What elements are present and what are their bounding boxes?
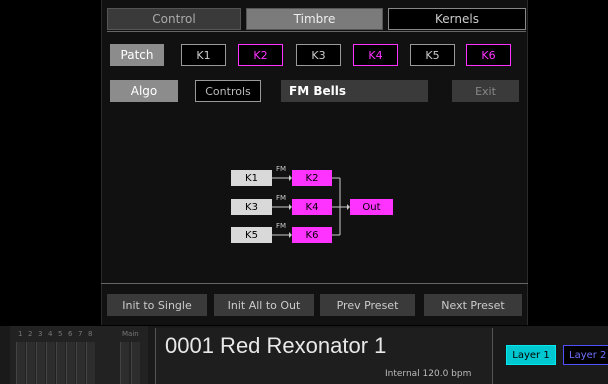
modulator-k5-box[interactable]: K5 bbox=[231, 227, 272, 243]
meter-label-5: 5 bbox=[58, 330, 63, 338]
fm-link-label: FM bbox=[276, 165, 287, 173]
meter-channel bbox=[36, 342, 45, 384]
meter-label-8: 8 bbox=[88, 330, 93, 338]
meter-channel bbox=[26, 342, 35, 384]
meter-label-2: 2 bbox=[28, 330, 33, 338]
meter-channel bbox=[66, 342, 75, 384]
next-preset-button[interactable]: Next Preset bbox=[424, 294, 522, 316]
carrier-k6-box[interactable]: K6 bbox=[292, 227, 332, 243]
fm-link-label: FM bbox=[276, 194, 287, 202]
layer-2-button[interactable]: Layer 2 bbox=[563, 345, 608, 365]
prev-preset-button[interactable]: Prev Preset bbox=[320, 294, 415, 316]
layer-1-button[interactable]: Layer 1 bbox=[506, 345, 556, 365]
meter-label-1: 1 bbox=[18, 330, 23, 338]
init-all-to-out-button[interactable]: Init All to Out bbox=[214, 294, 314, 316]
output-box: Out bbox=[350, 199, 393, 215]
meter-channel bbox=[56, 342, 65, 384]
fm-link-label: FM bbox=[276, 222, 287, 230]
meter-label-6: 6 bbox=[68, 330, 73, 338]
meter-label-7: 7 bbox=[78, 330, 83, 338]
carrier-k2-box[interactable]: K2 bbox=[292, 170, 332, 186]
meter-label-3: 3 bbox=[38, 330, 43, 338]
carrier-k4-box[interactable]: K4 bbox=[292, 199, 332, 215]
meter-channel bbox=[76, 342, 85, 384]
meter-label-4: 4 bbox=[48, 330, 53, 338]
modulator-k1-box[interactable]: K1 bbox=[231, 170, 272, 186]
meter-label-main: Main bbox=[122, 330, 139, 338]
meter-channel bbox=[16, 342, 25, 384]
tempo-readout: Internal 120.0 bpm bbox=[385, 369, 472, 379]
meter-channel bbox=[46, 342, 55, 384]
meter-channel bbox=[86, 342, 95, 384]
modulator-k3-box[interactable]: K3 bbox=[231, 199, 272, 215]
meter-channel-main bbox=[131, 342, 140, 384]
program-name: 0001 Red Rexonator 1 bbox=[165, 333, 387, 358]
section-divider bbox=[101, 283, 528, 284]
init-to-single-button[interactable]: Init to Single bbox=[107, 294, 207, 316]
meter-channel-main bbox=[120, 342, 129, 384]
